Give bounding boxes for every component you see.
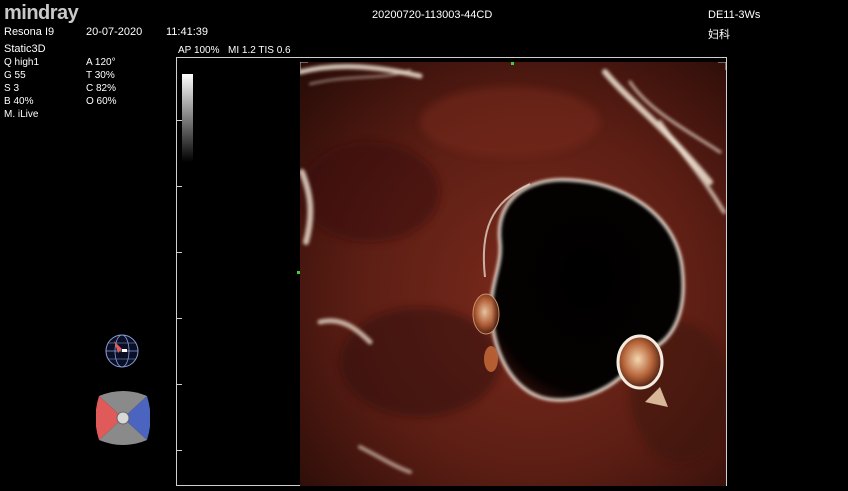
acoustic-power: AP 100%	[178, 45, 220, 56]
param-render-mode: M. iLive	[4, 109, 39, 120]
param-brightness: B 40%	[4, 96, 34, 107]
params-right: A 120° T 30% C 82% O 60%	[86, 56, 117, 108]
mi-tis-index: MI 1.2 TIS 0.6	[228, 45, 291, 56]
brand-logo: mindray	[4, 2, 79, 24]
cyst-large	[616, 334, 664, 390]
exam-date: 20-07-2020	[86, 26, 143, 38]
scan-marker-top	[511, 62, 514, 65]
param-quality: Q high1	[4, 57, 40, 68]
department-label: 妇科	[708, 29, 730, 41]
system-model: Resona I9	[4, 26, 55, 38]
param-angle: A 120°	[86, 57, 116, 68]
exam-id: 20200720-113003-44CD	[372, 9, 493, 21]
orientation-disk-icon[interactable]	[96, 390, 150, 446]
grayscale-bar	[182, 74, 193, 162]
exam-time: 11:41:39	[166, 26, 209, 38]
param-smooth: S 3	[4, 83, 20, 94]
param-opacity: O 60%	[86, 96, 117, 107]
param-threshold: T 30%	[86, 70, 115, 81]
cyst-small	[484, 346, 498, 372]
probe-name: DE11-3Ws	[708, 9, 761, 21]
scan-marker-left	[297, 271, 300, 274]
param-gain: G 55	[4, 70, 26, 81]
mode-label: Static3D	[4, 43, 46, 55]
params-left: Q high1 G 55 S 3 B 40% M. iLive	[4, 56, 39, 121]
globe-icon[interactable]	[104, 333, 140, 369]
cyst-left	[472, 293, 500, 335]
volume-render[interactable]	[300, 62, 726, 486]
param-contrast: C 82%	[86, 83, 117, 94]
